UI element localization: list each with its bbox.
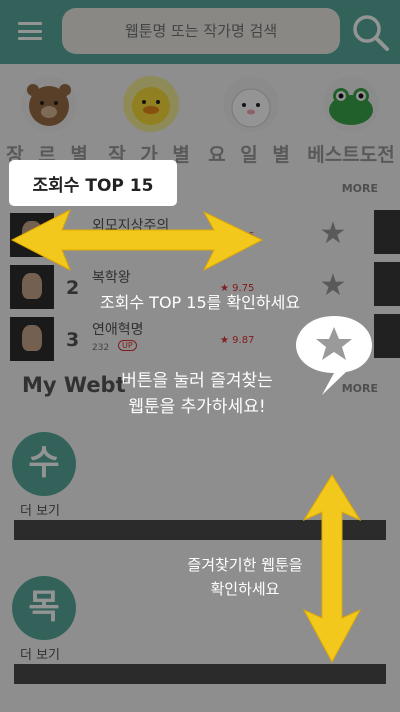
favorites-tip-line: 즐겨찾기한 웹툰을 [187, 556, 303, 574]
favorites-tip-line: 확인하세요 [210, 580, 280, 598]
top15-tip-text: 조회수 TOP 15를 확인하세요 [99, 293, 301, 312]
favorite-tip-line: 버튼을 눌러 즐겨찾는 [121, 371, 273, 391]
favorite-tip-line: 웹툰을 추가하세요! [128, 397, 266, 417]
favorite-tip-text: 버튼을 눌러 즐겨찾는 웹툰을 추가하세요! [82, 368, 312, 420]
tutorial-arrows [10, 208, 372, 664]
horizontal-double-arrow-icon [10, 208, 264, 272]
favorites-list-tip-text: 즐겨찾기한 웹툰을 확인하세요 [160, 553, 330, 601]
